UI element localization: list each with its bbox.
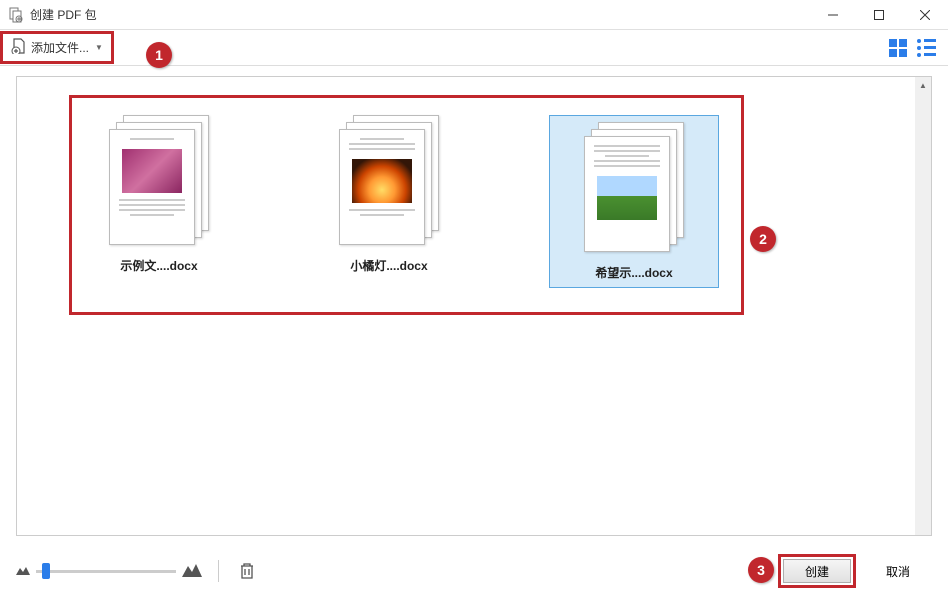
- window-title: 创建 PDF 包: [30, 6, 97, 23]
- callout-badge-2: 2: [750, 226, 776, 252]
- window-controls: [810, 0, 948, 30]
- add-file-label: 添加文件...: [31, 39, 89, 56]
- footer: 创建 取消: [0, 546, 948, 596]
- file-label: 示例文....docx: [120, 257, 197, 274]
- divider: [218, 560, 219, 582]
- add-file-button[interactable]: 添加文件... ▼: [3, 34, 111, 61]
- chevron-down-icon: ▼: [95, 43, 103, 52]
- document-thumbnail: [339, 115, 439, 245]
- create-button[interactable]: 创建: [783, 559, 851, 583]
- toolbar: 添加文件... ▼: [0, 30, 948, 66]
- callout-badge-3: 3: [748, 557, 774, 583]
- list-icon: [917, 39, 936, 57]
- callout-1-highlight: 添加文件... ▼: [0, 31, 114, 64]
- document-thumbnail: [584, 122, 684, 252]
- zoom-out-icon: [16, 564, 30, 578]
- list-view-button[interactable]: [916, 38, 936, 58]
- grid-view-button[interactable]: [888, 38, 908, 58]
- slider-thumb[interactable]: [42, 563, 50, 579]
- action-buttons: 创建 取消: [778, 554, 932, 588]
- trash-icon: [239, 562, 255, 580]
- document-thumbnail: [109, 115, 209, 245]
- file-item-selected[interactable]: 希望示....docx: [549, 115, 719, 288]
- grid-icon: [889, 39, 907, 57]
- callout-3-highlight: 创建: [778, 554, 856, 588]
- titlebar: 创建 PDF 包: [0, 0, 948, 30]
- maximize-button[interactable]: [856, 0, 902, 30]
- minimize-button[interactable]: [810, 0, 856, 30]
- cancel-button[interactable]: 取消: [864, 559, 932, 583]
- file-item[interactable]: 示例文....docx: [89, 115, 229, 288]
- scrollbar[interactable]: ▲: [915, 77, 931, 535]
- app-icon: [8, 7, 24, 23]
- file-label: 希望示....docx: [595, 264, 672, 281]
- file-label: 小橘灯....docx: [350, 257, 427, 274]
- file-item[interactable]: 小橘灯....docx: [319, 115, 459, 288]
- delete-button[interactable]: [235, 559, 259, 583]
- file-row: 示例文....docx 小橘灯....docx: [89, 115, 719, 288]
- view-toggles: [888, 38, 936, 58]
- zoom-in-icon: [182, 563, 202, 580]
- zoom-slider[interactable]: [36, 561, 176, 581]
- file-grid-area: ▲ 示例文....docx: [16, 76, 932, 536]
- close-button[interactable]: [902, 0, 948, 30]
- scroll-up-icon[interactable]: ▲: [915, 77, 931, 93]
- callout-badge-1: 1: [146, 42, 172, 68]
- add-file-icon: [11, 38, 27, 57]
